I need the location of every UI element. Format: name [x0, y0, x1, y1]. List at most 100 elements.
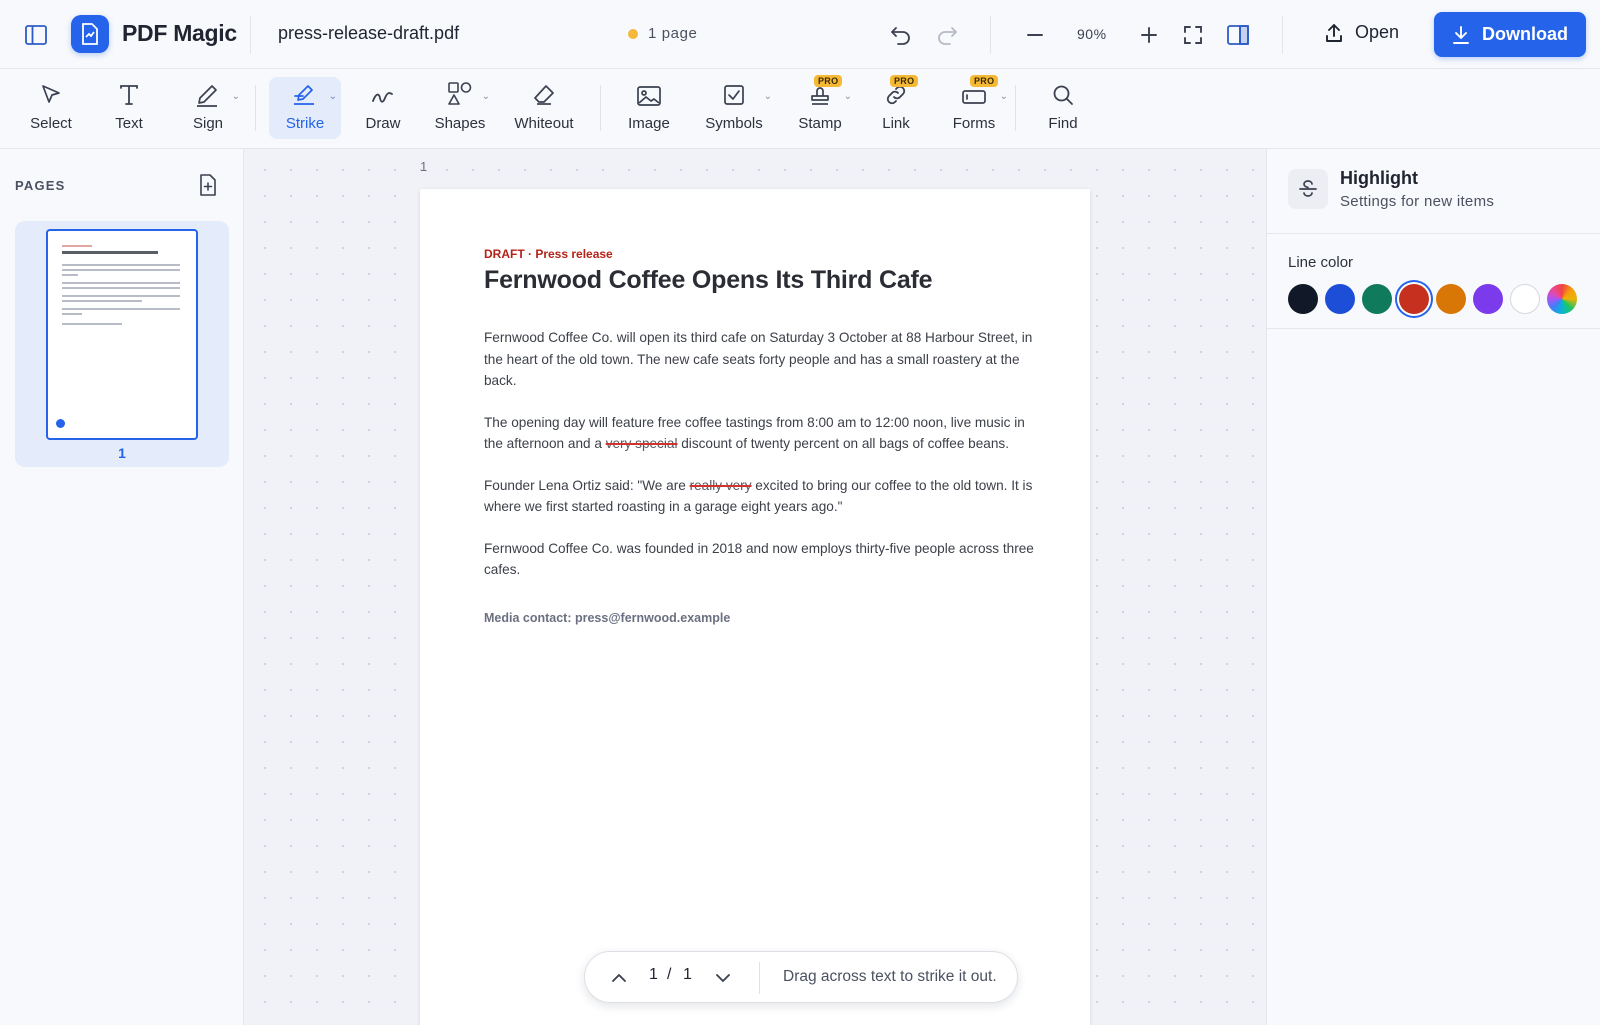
tool-label: Image [628, 115, 670, 132]
pen-icon [195, 77, 221, 107]
tool-sign[interactable]: ⌄ Sign [170, 77, 246, 139]
tool-strike[interactable]: ⌄ Strike [269, 77, 341, 139]
redo-icon[interactable] [934, 22, 960, 48]
tool-label: Stamp [798, 115, 842, 132]
color-swatch-black[interactable] [1288, 284, 1318, 314]
image-icon [636, 77, 662, 107]
doc-paragraph: Fernwood Coffee Co. was founded in 2018 … [484, 540, 1034, 578]
page-thumbnail-1[interactable]: 1 [15, 221, 229, 467]
strikethrough-icon [1288, 169, 1328, 209]
previous-page-icon[interactable] [607, 966, 631, 990]
tool-label: Select [30, 115, 72, 132]
tool-label: Strike [285, 115, 325, 132]
color-swatch-red[interactable] [1399, 284, 1429, 314]
tool-label: Whiteout [514, 115, 574, 132]
media-contact: Media contact: press@fernwood.example [484, 610, 731, 625]
tool-text[interactable]: Text [96, 77, 162, 139]
tool-draw[interactable]: Draw [350, 77, 416, 139]
zoom-level[interactable]: 90% [1077, 26, 1107, 42]
color-swatch-blue[interactable] [1325, 284, 1355, 314]
divider [990, 16, 991, 54]
tool-bar: Select Text ⌄ Sign ⌄ Strike Draw ⌄ Shape… [0, 69, 1600, 149]
doc-title: Fernwood Coffee Opens Its Third Cafe [484, 266, 933, 294]
strikethrough-icon [292, 77, 318, 107]
chevron-down-icon: ⌄ [231, 91, 240, 102]
chevron-down-icon: ⌄ [481, 91, 490, 102]
next-page-icon[interactable] [711, 966, 735, 990]
divider [1282, 16, 1283, 54]
divider [1015, 85, 1016, 131]
right-panel-toggle-icon[interactable] [1225, 22, 1251, 48]
tool-image[interactable]: Image [614, 77, 684, 139]
download-icon [1452, 25, 1470, 45]
divider [759, 962, 760, 994]
sidebar-toggle-icon[interactable] [22, 22, 50, 48]
chevron-down-icon: ⌄ [999, 91, 1008, 102]
divider [255, 85, 256, 131]
checkbox-icon [722, 77, 746, 107]
tool-link[interactable]: PRO Link [860, 75, 932, 139]
download-button-label: Download [1482, 24, 1568, 44]
chevron-down-icon: ⌄ [763, 91, 772, 102]
tool-label: Text [115, 115, 143, 132]
color-swatch-green[interactable] [1362, 284, 1392, 314]
tool-label: Symbols [705, 115, 763, 132]
app-name: PDF Magic [122, 20, 237, 46]
unsaved-status-dot [628, 29, 638, 39]
tool-symbols[interactable]: ⌄ Symbols [694, 77, 774, 139]
top-bar: PDF Magic press-release-draft.pdf 1 page… [0, 0, 1600, 69]
doc-paragraph: Fernwood Coffee Co. will open its third … [484, 330, 1033, 388]
page-separator: / [667, 966, 672, 983]
tool-find[interactable]: Find [1030, 77, 1096, 139]
tool-label: Draw [365, 115, 401, 132]
shapes-icon [447, 77, 473, 107]
tool-label: Shapes [434, 115, 486, 132]
squiggle-icon [370, 77, 396, 107]
open-button[interactable]: Open [1325, 22, 1399, 43]
zoom-out-icon[interactable] [1022, 22, 1048, 48]
pro-badge: PRO [814, 75, 843, 87]
cursor-icon [39, 77, 63, 107]
open-button-label: Open [1355, 22, 1400, 42]
add-page-icon[interactable] [196, 173, 220, 197]
color-swatch-white[interactable] [1510, 284, 1540, 314]
doc-paragraph: Founder Lena Ortiz said: "We are really … [484, 475, 1034, 518]
tool-forms[interactable]: PRO ⌄ Forms [934, 75, 1014, 139]
zoom-in-icon[interactable] [1136, 22, 1162, 48]
tool-hint: Drag across text to strike it out. [783, 968, 997, 985]
tool-select[interactable]: Select [18, 77, 84, 139]
download-button[interactable]: Download [1434, 12, 1586, 57]
panel-title: Highlight [1340, 168, 1418, 188]
color-swatch-purple[interactable] [1473, 284, 1503, 314]
document-canvas[interactable]: 1 DRAFT · Press release Fernwood Coffee … [244, 149, 1266, 1025]
tool-shapes[interactable]: ⌄ Shapes [424, 77, 496, 139]
panel-subtitle: Settings for new items [1340, 193, 1495, 210]
line-color-label: Line color [1288, 254, 1354, 271]
total-pages: 1 [683, 966, 692, 983]
fit-page-icon[interactable] [1180, 22, 1206, 48]
properties-panel: Highlight Settings for new items Line co… [1266, 149, 1600, 1025]
document-content: DRAFT · Press release Fernwood Coffee Op… [484, 247, 1034, 625]
tool-label: Sign [192, 115, 224, 132]
text-icon [117, 77, 141, 107]
search-icon [1051, 77, 1075, 107]
file-name[interactable]: press-release-draft.pdf [278, 23, 459, 44]
text-run: Founder Lena Ortiz said: "We are [484, 477, 690, 493]
current-page[interactable]: 1 [649, 966, 658, 984]
pdf-page[interactable]: DRAFT · Press release Fernwood Coffee Op… [420, 189, 1090, 1025]
struck-text[interactable]: really very [690, 478, 752, 493]
tool-stamp[interactable]: PRO ⌄ Stamp [782, 75, 858, 139]
pro-badge: PRO [970, 75, 999, 87]
undo-icon[interactable] [888, 22, 914, 48]
custom-color-picker-icon[interactable] [1547, 284, 1577, 314]
tool-label: Forms [952, 115, 996, 132]
chevron-down-icon: ⌄ [843, 91, 852, 102]
struck-text[interactable]: very special [606, 436, 678, 451]
tool-whiteout[interactable]: Whiteout [505, 77, 583, 139]
chevron-down-icon: ⌄ [328, 91, 337, 102]
upload-icon [1325, 23, 1343, 43]
line-color-section: Line color [1267, 234, 1600, 329]
divider [600, 85, 601, 131]
tool-label: Find [1048, 115, 1078, 132]
color-swatch-orange[interactable] [1436, 284, 1466, 314]
